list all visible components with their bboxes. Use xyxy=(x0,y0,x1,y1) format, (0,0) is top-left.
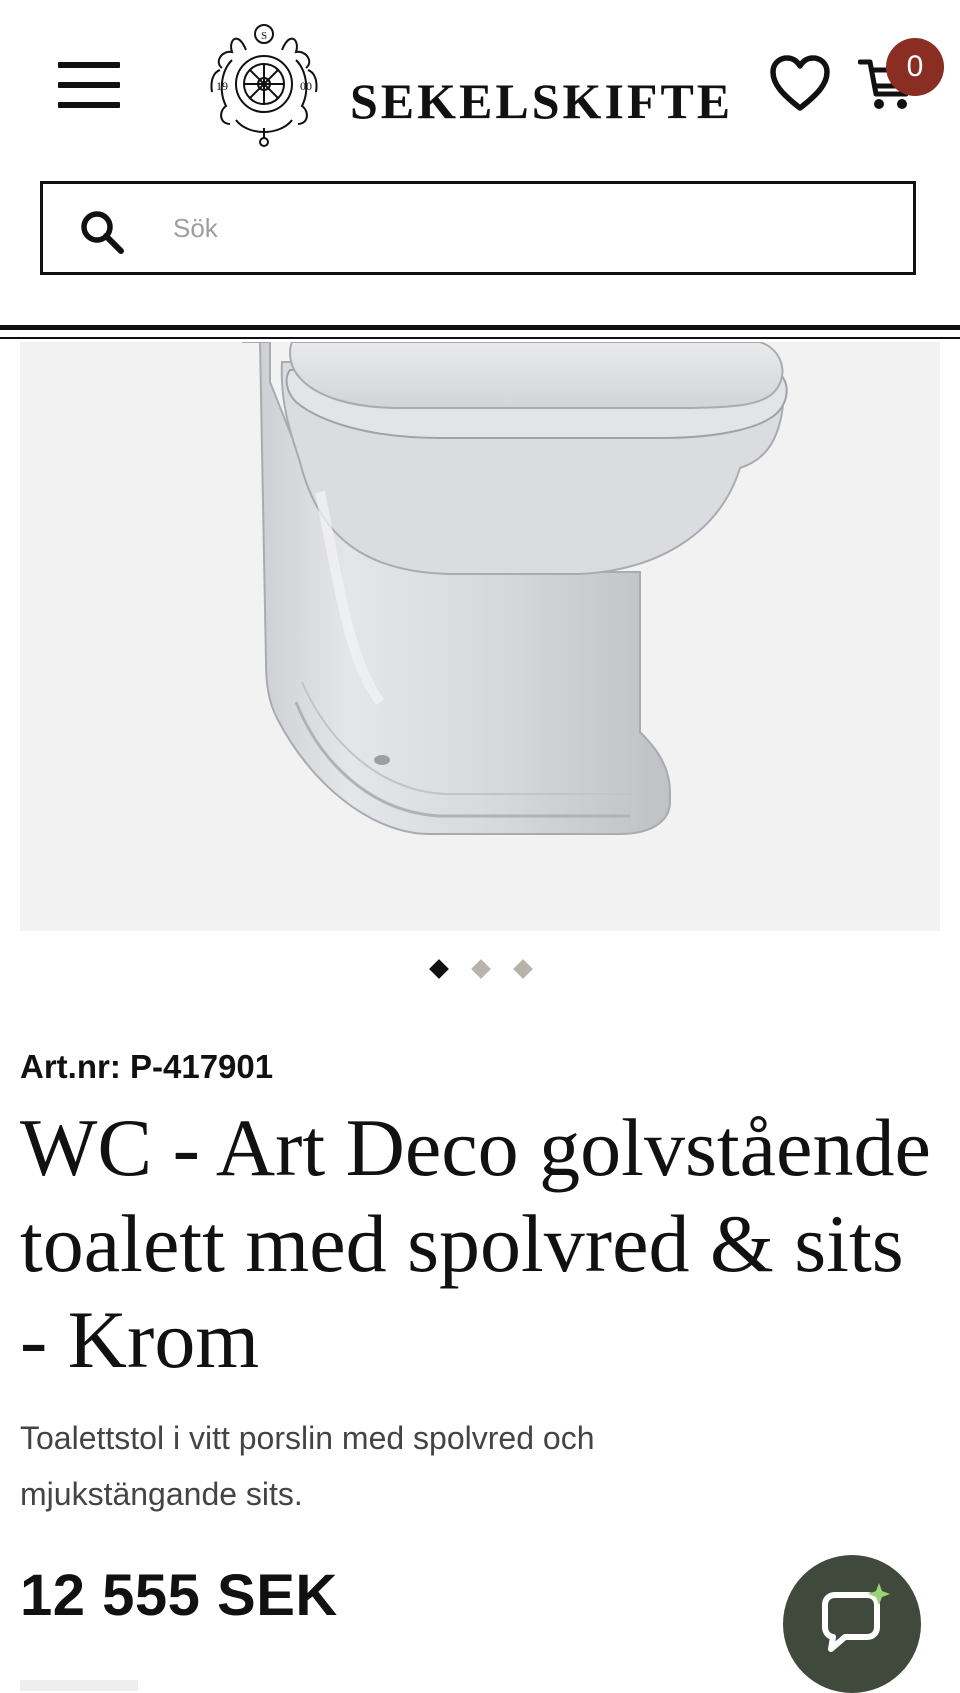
brand-name: SEKELSKIFTE xyxy=(350,73,734,129)
cart-count-badge: 0 xyxy=(886,38,944,96)
menu-bar xyxy=(58,82,120,88)
site-header: S 19 00 SEKELSKIFTE 0 xyxy=(0,0,960,170)
menu-bar xyxy=(58,102,120,108)
search-icon[interactable] xyxy=(78,208,126,256)
emblem-letter: S xyxy=(261,30,267,42)
emblem-year-right: 00 xyxy=(300,79,312,93)
product-price: 12 555 SEK xyxy=(20,1563,338,1628)
toilet-illustration xyxy=(242,342,788,835)
add-to-cart-stub xyxy=(20,1680,138,1691)
favorites-button[interactable] xyxy=(768,54,832,114)
chat-icon xyxy=(822,1583,890,1652)
article-number: Art.nr: P-417901 xyxy=(20,1048,274,1085)
emblem-year-left: 19 xyxy=(216,79,228,93)
carousel-dot-2[interactable] xyxy=(471,959,491,979)
menu-bar xyxy=(58,62,120,68)
chat-button[interactable] xyxy=(783,1555,921,1693)
carousel-dot-1[interactable] xyxy=(429,959,449,979)
header-divider xyxy=(0,325,960,330)
logo-emblem-icon: S 19 00 xyxy=(210,24,318,147)
product-title: WC - Art Deco golvstående toalett med sp… xyxy=(20,1102,931,1385)
search-input[interactable] xyxy=(173,184,873,272)
search-bar[interactable] xyxy=(40,181,916,275)
carousel-dot-3[interactable] xyxy=(513,959,533,979)
product-image[interactable] xyxy=(20,342,940,931)
heart-icon xyxy=(770,55,830,111)
header-divider-thin xyxy=(0,337,960,339)
product-description: Toalettstol i vitt porslin med spolvred … xyxy=(20,1420,595,1512)
carousel-indicators xyxy=(0,958,960,984)
menu-button[interactable] xyxy=(58,62,120,108)
logo[interactable]: S 19 00 SEKELSKIFTE xyxy=(208,20,730,150)
